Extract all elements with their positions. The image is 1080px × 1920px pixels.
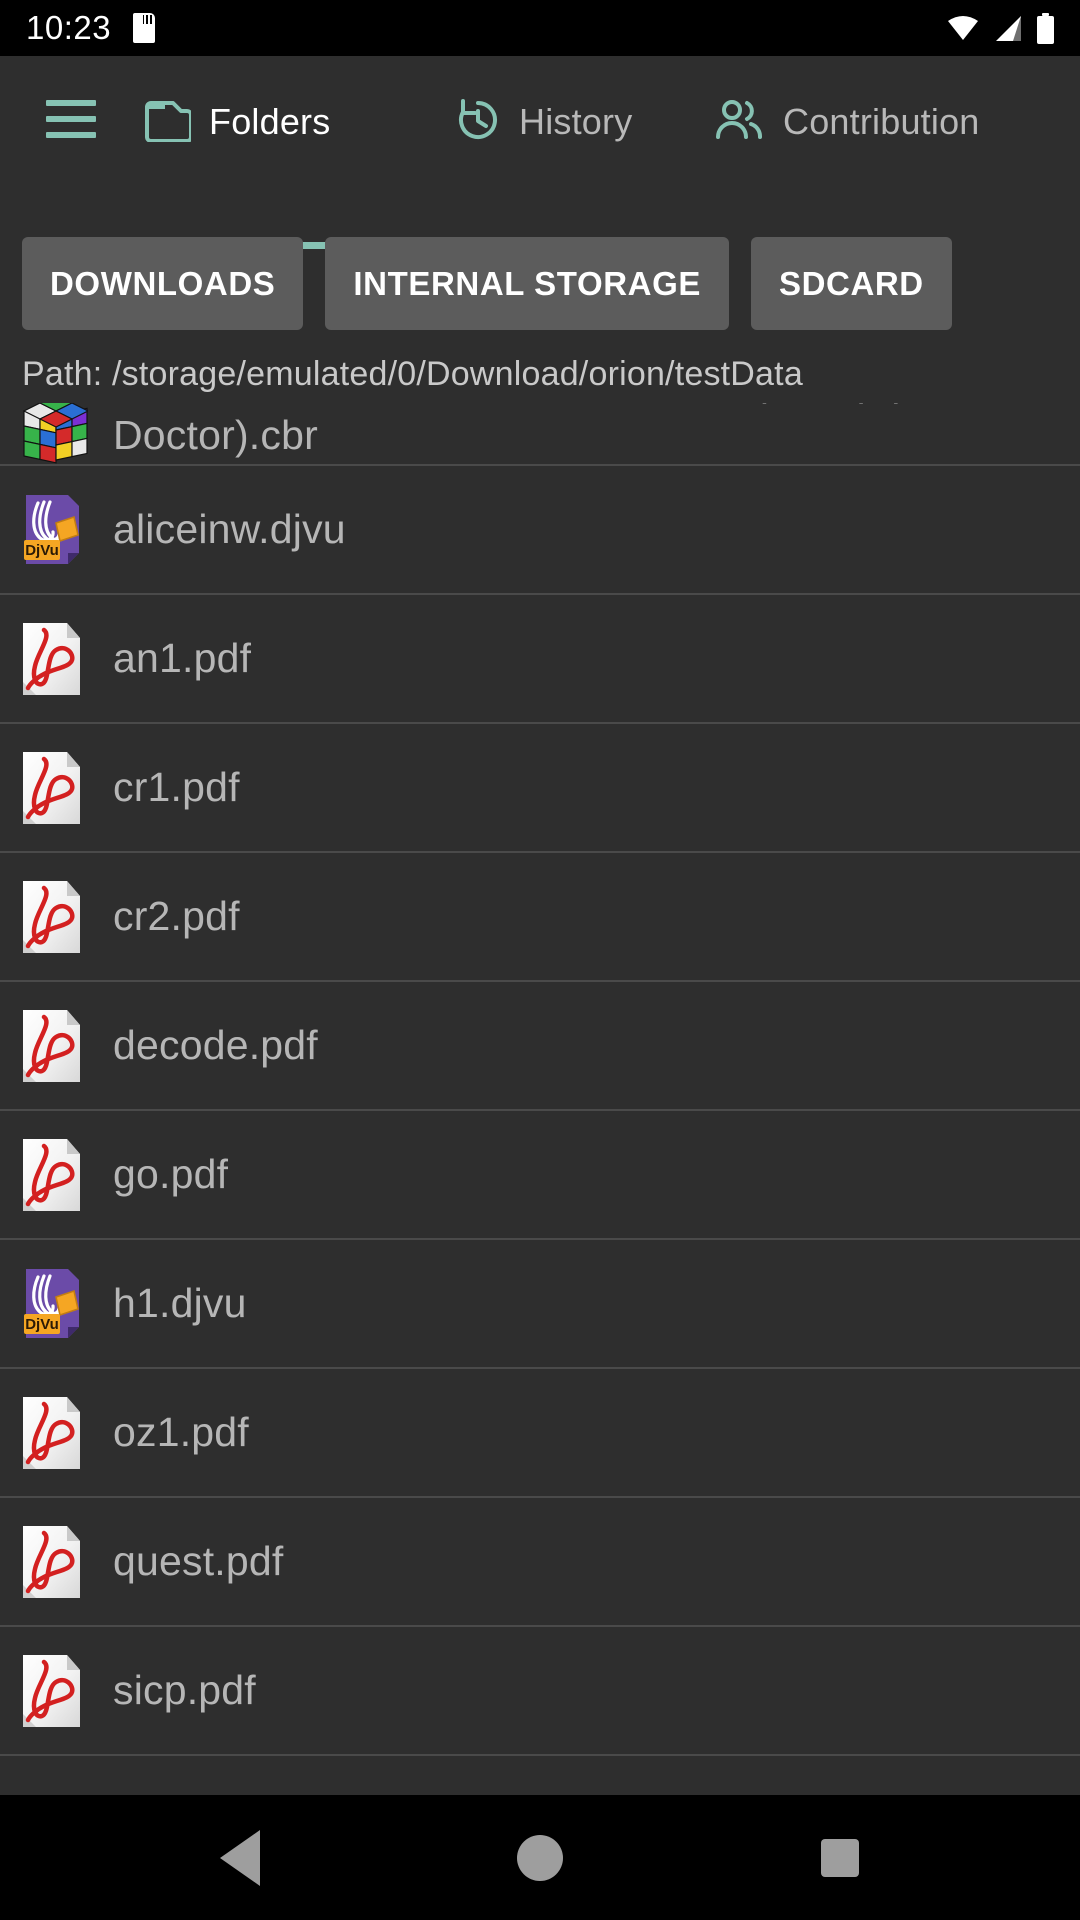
file-list-item[interactable]: go.pdf xyxy=(0,1111,1080,1240)
file-name-label: go.pdf xyxy=(113,1151,229,1197)
file-name-label: Doctor Who Classics Series 4 006 (2008) … xyxy=(113,403,956,458)
hamburger-menu-icon[interactable] xyxy=(46,100,96,138)
history-icon xyxy=(455,97,501,148)
file-name-label: an1.pdf xyxy=(113,635,252,681)
recent-apps-button[interactable] xyxy=(770,1795,910,1920)
sdcard-button[interactable]: SDCARD xyxy=(750,237,952,330)
tab-history[interactable]: History xyxy=(455,90,632,154)
folder-icon xyxy=(143,98,193,147)
people-icon xyxy=(713,97,765,148)
djvu-file-icon: DjVu xyxy=(22,494,84,569)
tab-folders[interactable]: Folders xyxy=(143,90,330,154)
internal-storage-button[interactable]: INTERNAL STORAGE xyxy=(325,237,729,330)
tab-contribution[interactable]: Contribution xyxy=(713,90,980,154)
file-list-item[interactable]: quest.pdf xyxy=(0,1498,1080,1627)
file-list-item[interactable]: sicp.pdf xyxy=(0,1627,1080,1756)
file-name-label: oz1.pdf xyxy=(113,1409,249,1455)
phone-screen: 10:23 Folders History Contribution DOWNL… xyxy=(0,0,1080,1920)
file-name-label: cr2.pdf xyxy=(113,893,240,939)
pdf-file-icon xyxy=(22,1396,81,1474)
downloads-button[interactable]: DOWNLOADS xyxy=(22,237,304,330)
file-list[interactable]: Doctor Who Classics Series 4 006 (2008) … xyxy=(0,403,1080,1795)
file-name-label: decode.pdf xyxy=(113,1022,318,1068)
tab-bar: Folders History Contribution xyxy=(0,56,1080,249)
file-list-item[interactable]: DjVu aliceinw.djvu xyxy=(0,466,1080,595)
tab-folders-label: Folders xyxy=(209,101,331,142)
file-name-label: aliceinw.djvu xyxy=(113,506,346,552)
status-bar-right xyxy=(947,12,1054,44)
file-list-item[interactable]: Doctor Who Classics Series 4 006 (2008) … xyxy=(0,403,1080,466)
sdcard-icon xyxy=(133,13,156,43)
status-bar: 10:23 xyxy=(0,0,1080,56)
file-list-item[interactable]: decode.pdf xyxy=(0,982,1080,1111)
back-navigation-button[interactable] xyxy=(170,1795,310,1920)
recents-square-icon xyxy=(821,1838,859,1877)
file-list-item[interactable]: an1.pdf xyxy=(0,595,1080,724)
pdf-file-icon xyxy=(22,1009,81,1087)
wifi-icon xyxy=(947,15,979,41)
file-list-item[interactable]: cr1.pdf xyxy=(0,724,1080,853)
file-name-label: quest.pdf xyxy=(113,1538,284,1584)
tab-history-label: History xyxy=(519,101,633,142)
file-name-label: sicp.pdf xyxy=(113,1667,256,1713)
file-list-item[interactable]: cr2.pdf xyxy=(0,853,1080,982)
status-clock: 10:23 xyxy=(26,9,112,46)
status-bar-left: 10:23 xyxy=(26,0,156,56)
tab-contribution-label: Contribution xyxy=(783,101,980,142)
pdf-file-icon xyxy=(22,1138,81,1216)
svg-text:DjVu: DjVu xyxy=(25,542,59,559)
current-path-label: Path: /storage/emulated/0/Download/orion… xyxy=(22,355,803,393)
cellular-signal-icon xyxy=(993,15,1023,42)
pdf-file-icon xyxy=(22,751,81,829)
djvu-file-icon: DjVu xyxy=(22,1268,84,1343)
pdf-file-icon xyxy=(22,1525,81,1603)
file-list-item[interactable]: oz1.pdf xyxy=(0,1369,1080,1498)
file-list-item[interactable]: DjVu h1.djvu xyxy=(0,1240,1080,1369)
back-triangle-icon xyxy=(220,1829,260,1886)
home-button[interactable] xyxy=(470,1795,610,1920)
svg-text:DjVu: DjVu xyxy=(25,1316,59,1333)
home-circle-icon xyxy=(517,1834,563,1881)
pdf-file-icon xyxy=(22,1654,81,1732)
storage-shortcuts: DOWNLOADS INTERNAL STORAGE SDCARD xyxy=(0,237,1080,332)
file-name-label: h1.djvu xyxy=(113,1280,247,1326)
pdf-file-icon xyxy=(22,880,81,958)
android-navigation-bar xyxy=(0,1795,1080,1920)
file-name-label: cr1.pdf xyxy=(113,764,240,810)
battery-icon xyxy=(1037,12,1054,44)
pdf-file-icon xyxy=(22,622,81,700)
